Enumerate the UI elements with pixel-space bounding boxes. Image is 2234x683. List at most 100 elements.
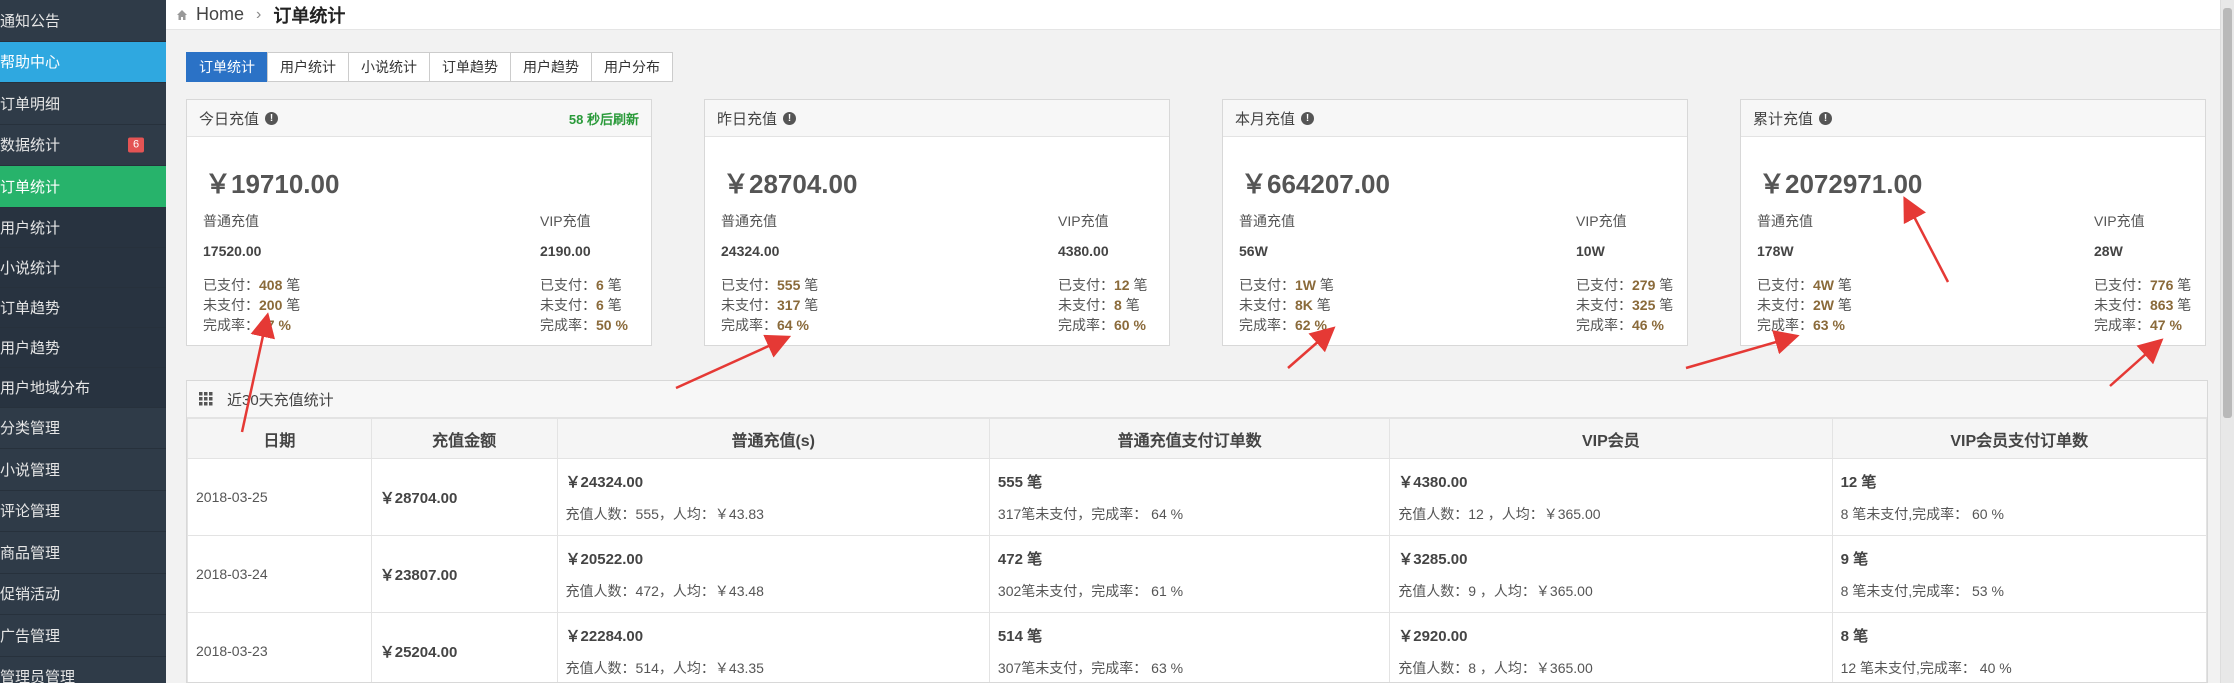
- card-header: 今日充值 ! 58 秒后刷新: [187, 100, 651, 137]
- sidebar-item-9[interactable]: 用户地域分布: [0, 367, 166, 408]
- unit: 笔: [607, 277, 622, 293]
- table-row: 2018-03-24 ￥23807.00 ￥20522.00 充值人数：472，人…: [187, 535, 2207, 613]
- unpaid-line: 未支付：8K 笔: [1239, 295, 1334, 315]
- normal-orders: 472 笔: [997, 550, 1043, 568]
- cell-normal-orders: 555 笔 317笔未支付，完成率： 64 %: [988, 458, 1391, 536]
- col-label: VIP充值: [2094, 213, 2145, 229]
- cell-normal: ￥24324.00 充值人数：555，人均：￥43.83: [556, 458, 990, 536]
- paid-line: 已支付：776 笔: [2094, 275, 2191, 295]
- sidebar-item-7[interactable]: 订单趋势: [0, 287, 166, 328]
- paid-line: 已支付：4W 笔: [1757, 275, 1852, 295]
- card-col-right: VIP充值 2190.00 已支付：6 笔 未支付：6 笔 完成率：50 %: [540, 211, 628, 335]
- tab-bar: 订单统计 用户统计 小说统计 订单趋势 用户趋势 用户分布: [186, 52, 673, 82]
- paid-line: 已支付：555 笔: [721, 275, 818, 295]
- cell-vip: ￥4380.00 充值人数：12 ，人均：￥365.00: [1389, 458, 1833, 536]
- home-icon[interactable]: [176, 9, 188, 21]
- card-body: ￥19710.00 普通充值 17520.00 已支付：408 笔 未支付：20…: [187, 137, 651, 345]
- cell-vip: ￥3285.00 充值人数：9 ，人均：￥365.00: [1389, 535, 1833, 613]
- paid-count: 1W: [1295, 277, 1316, 293]
- cell-normal: ￥20522.00 充值人数：472，人均：￥43.48: [556, 535, 990, 613]
- header-vip-orders[interactable]: VIP会员支付订单数: [1831, 418, 2207, 459]
- header-normal-orders[interactable]: 普通充值支付订单数: [988, 418, 1391, 459]
- vip-orders: 12 笔: [1840, 473, 1877, 491]
- scrollbar-thumb[interactable]: [2223, 8, 2232, 418]
- info-icon[interactable]: !: [783, 111, 797, 125]
- cell-date: 2018-03-24: [187, 535, 372, 613]
- card-col-right: VIP充值 28W 已支付：776 笔 未支付：863 笔 完成率：47 %: [2094, 211, 2191, 335]
- vip-detail: 充值人数：8 ，人均：￥365.00: [1398, 659, 1593, 676]
- rate-label: 完成率：: [540, 317, 596, 333]
- sidebar-item-12[interactable]: 评论管理: [0, 491, 166, 532]
- paid-label: 已支付：: [1576, 277, 1632, 293]
- sidebar-item-14[interactable]: 促销活动: [0, 574, 166, 615]
- breadcrumb-home[interactable]: Home: [196, 4, 244, 25]
- vertical-scrollbar[interactable]: [2220, 0, 2234, 683]
- completion-rate: 64 %: [777, 317, 809, 333]
- unit: 笔: [2177, 277, 2192, 293]
- rate-label: 完成率：: [203, 317, 259, 333]
- sidebar-item-1[interactable]: 帮助中心: [0, 41, 166, 83]
- tab-novel-stats[interactable]: 小说统计: [348, 52, 430, 82]
- tab-order-stats[interactable]: 订单统计: [186, 52, 268, 82]
- header-vip[interactable]: VIP会员: [1389, 418, 1833, 459]
- sidebar-item-15[interactable]: 广告管理: [0, 615, 166, 657]
- info-icon[interactable]: !: [1819, 111, 1833, 125]
- table-header-row: 日期 充值金额 普通充值(s) 普通充值支付订单数 VIP会员 VIP会员支付订…: [187, 418, 2207, 459]
- unit: 笔: [804, 277, 819, 293]
- sidebar-item-label: 数据统计: [0, 137, 61, 155]
- cell-vip-orders: 9 笔 8 笔未支付,完成率： 53 %: [1831, 535, 2207, 613]
- sidebar-item-8[interactable]: 用户趋势: [0, 327, 166, 368]
- unpaid-line: 未支付：863 笔: [2094, 295, 2191, 315]
- sidebar-item-label: 管理员管理: [0, 669, 76, 683]
- normal-amount: ￥22284.00: [565, 627, 644, 645]
- tab-order-trend[interactable]: 订单趋势: [429, 52, 511, 82]
- header-amount[interactable]: 充值金额: [370, 418, 558, 459]
- info-icon[interactable]: !: [265, 111, 279, 125]
- sidebar-item-label: 用户统计: [0, 219, 61, 237]
- sidebar-item-11[interactable]: 小说管理: [0, 449, 166, 491]
- vip-amount: ￥2920.00: [1398, 627, 1468, 645]
- col-amount: 10W: [1576, 243, 1605, 259]
- tab-user-distribution[interactable]: 用户分布: [591, 52, 673, 82]
- col-label: 普通充值: [1239, 213, 1295, 229]
- normal-detail: 充值人数：472，人均：￥43.48: [565, 582, 764, 599]
- unpaid-label: 未支付：: [203, 297, 259, 313]
- rate-line: 完成率：64 %: [721, 315, 818, 335]
- unpaid-label: 未支付：: [2094, 297, 2150, 313]
- sidebar-item-13[interactable]: 商品管理: [0, 532, 166, 574]
- unit: 笔: [1659, 277, 1674, 293]
- tab-user-stats[interactable]: 用户统计: [267, 52, 349, 82]
- normal-orders-detail: 302笔未支付，完成率： 61 %: [997, 582, 1184, 599]
- sidebar-item-3[interactable]: 数据统计 6: [0, 125, 166, 166]
- card-title: 累计充值: [1753, 110, 1814, 128]
- unit: 笔: [286, 297, 301, 313]
- sidebar-item-6[interactable]: 小说统计: [0, 247, 166, 288]
- tab-user-trend[interactable]: 用户趋势: [510, 52, 592, 82]
- paid-label: 已支付：: [1058, 277, 1114, 293]
- sidebar-item-2[interactable]: 订单明细: [0, 83, 166, 125]
- paid-label: 已支付：: [203, 277, 259, 293]
- sidebar-badge: 6: [128, 137, 145, 153]
- sidebar: 通知公告 帮助中心 订单明细数据统计 6 订单统计用户统计小说统计 订单趋势 用户趋势 用户地…: [0, 0, 166, 683]
- card-body: ￥664207.00 普通充值 56W 已支付：1W 笔 未支付：8K 笔 完成…: [1223, 137, 1687, 345]
- sidebar-item-4[interactable]: 订单统计: [0, 166, 166, 208]
- recharge-table-panel: 近30天充值统计 日期 充值金额 普通充值(s) 普通充值支付订单数 VIP会员…: [186, 380, 2208, 683]
- rate-line: 完成率：46 %: [1576, 315, 1673, 335]
- header-normal[interactable]: 普通充值(s): [556, 418, 990, 459]
- card-total: ￥2072971.00: [1759, 169, 1923, 199]
- sidebar-item-10[interactable]: 分类管理: [0, 408, 166, 449]
- info-icon[interactable]: !: [1301, 111, 1315, 125]
- paid-label: 已支付：: [1757, 277, 1813, 293]
- paid-label: 已支付：: [1239, 277, 1295, 293]
- completion-rate: 47 %: [2150, 317, 2182, 333]
- sidebar-item-5[interactable]: 用户统计: [0, 207, 166, 248]
- cell-normal-orders: 472 笔 302笔未支付，完成率： 61 %: [988, 535, 1391, 613]
- header-date[interactable]: 日期: [187, 418, 372, 459]
- paid-line: 已支付：6 笔: [540, 275, 628, 295]
- sidebar-item-16[interactable]: 管理员管理: [0, 657, 166, 683]
- unpaid-line: 未支付：6 笔: [540, 295, 628, 315]
- sidebar-item-0[interactable]: 通知公告: [0, 0, 166, 42]
- sidebar-item-label: 评论管理: [0, 503, 61, 521]
- table-row: 2018-03-25 ￥28704.00 ￥24324.00 充值人数：555，人…: [187, 458, 2207, 536]
- col-label: VIP充值: [1576, 213, 1627, 229]
